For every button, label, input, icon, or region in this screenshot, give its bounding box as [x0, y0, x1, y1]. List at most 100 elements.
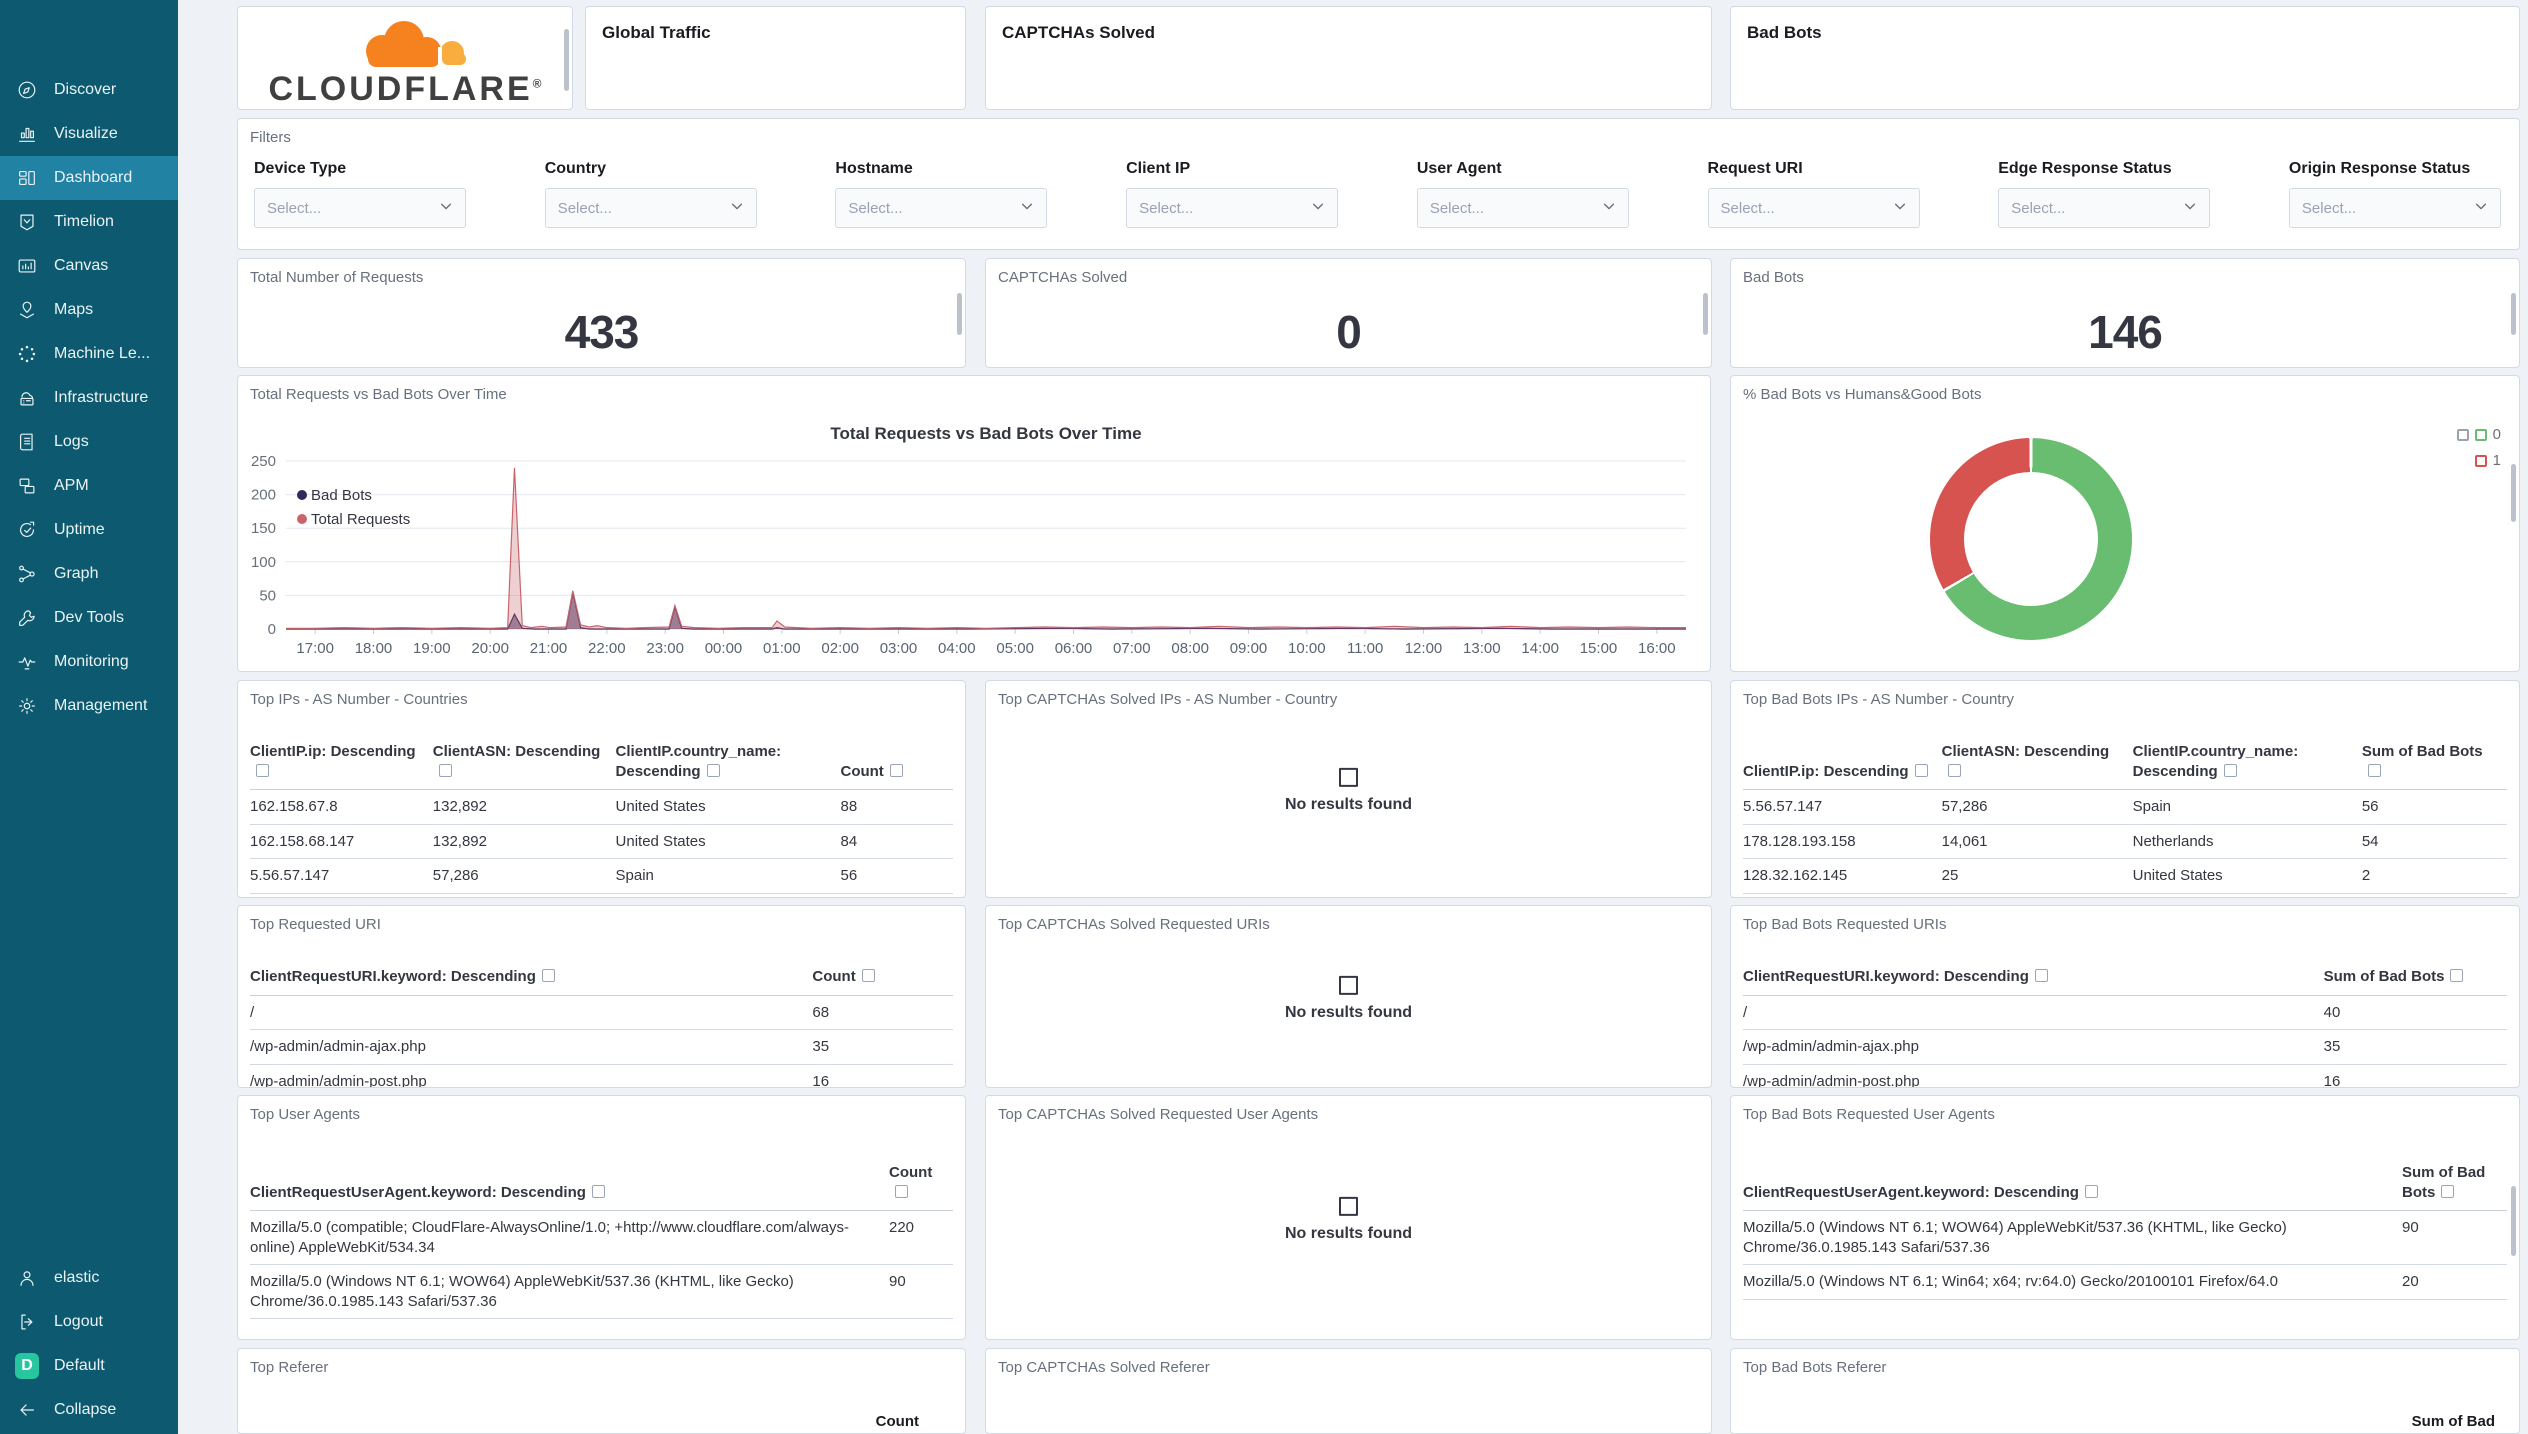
column-header[interactable]: ClientIP.country_name: Descending	[615, 738, 841, 790]
column-header[interactable]: Count	[889, 1159, 953, 1211]
sidebar-item-dashboard[interactable]: Dashboard	[0, 156, 178, 200]
line-chart[interactable]: 0 50 100 150 200 250 17:00 18:00 19:00 20:00 21:00…	[238, 403, 1710, 671]
sidebar-item-infrastructure[interactable]: Infrastructure	[0, 376, 178, 420]
donut-ring[interactable]	[1930, 438, 2132, 640]
sidebar-item-monitoring[interactable]: Monitoring	[0, 640, 178, 684]
legend-label[interactable]: 0	[2493, 426, 2501, 443]
table-body: Mozilla/5.0 (Windows NT 6.1; WOW64) Appl…	[1743, 1210, 2507, 1300]
column-header[interactable]: ClientASN: Descending	[432, 738, 616, 790]
filter-select-device-type[interactable]: Select...	[254, 188, 466, 228]
dashboard-main: CLOUDFLARE® Global Traffic CAPTCHAs Solv…	[178, 0, 2528, 1434]
panel-scrollbar[interactable]	[957, 293, 962, 335]
panel-scrollbar[interactable]	[564, 29, 569, 91]
panel-filters: Filters Device Type Select... Country Selec…	[237, 118, 2520, 250]
column-header[interactable]: ClientRequestURI.keyword: Descending	[250, 963, 813, 996]
data-table: ClientRequestUserAgent.keyword: Descendi…	[1743, 1159, 2507, 1300]
panel-scrollbar[interactable]	[1703, 293, 1708, 335]
panel-top-requested-uri-table: Top Requested URI ClientRequestURI.keywor…	[237, 905, 966, 1088]
legend-toggle-box[interactable]	[2456, 428, 2469, 441]
filter-placeholder: Select...	[557, 199, 612, 217]
table-row: /wp-admin/admin-ajax.php 35	[250, 1029, 953, 1065]
sidebar-nav: Discover Visualize Dashboard Timelion Canvas…	[0, 68, 178, 728]
legend-row: 0	[2456, 426, 2501, 443]
no-results-icon	[1339, 767, 1358, 787]
chevron-down-icon	[1311, 199, 1325, 218]
sidebar-item-label: Dashboard	[54, 169, 133, 186]
svg-text:11:00: 11:00	[1347, 640, 1383, 657]
cloudflare-cloud-icon	[366, 21, 466, 69]
column-header[interactable]: ClientIP.ip: Descending	[1743, 738, 1942, 790]
sidebar-item-collapse[interactable]: Collapse	[0, 1388, 178, 1432]
column-header-label: Sum of Bad Bots	[2323, 968, 2445, 985]
column-header[interactable]: Sum of Bad Bots	[2402, 1159, 2507, 1211]
sidebar-item-label: Logout	[54, 1313, 103, 1330]
panel-title: Top CAPTCHAs Solved Referer	[998, 1359, 1210, 1376]
sidebar-item-logout[interactable]: Logout	[0, 1300, 178, 1344]
filter-select-request-uri[interactable]: Select...	[1707, 188, 1920, 228]
column-header-label: Count	[812, 968, 856, 985]
sidebar-item-logs[interactable]: Logs	[0, 420, 178, 464]
column-header[interactable]: ClientRequestUserAgent.keyword: Descendi…	[1743, 1159, 2402, 1211]
sidebar-item-label: Timelion	[54, 213, 114, 230]
sidebar-item-elastic[interactable]: elastic	[0, 1256, 178, 1300]
sidebar-item-apm[interactable]: APM	[0, 464, 178, 508]
filter-select-origin-response-status[interactable]: Select...	[2288, 188, 2501, 228]
filter-select-client-ip[interactable]: Select...	[1126, 188, 1339, 228]
sidebar-item-canvas[interactable]: Canvas	[0, 244, 178, 288]
table-cell: 56	[840, 858, 953, 894]
sidebar-item-management[interactable]: Management	[0, 684, 178, 728]
table-cell: /wp-admin/admin-ajax.php	[250, 1029, 813, 1065]
column-header[interactable]: Count	[812, 963, 953, 996]
clipped-count-header[interactable]: Count	[876, 1413, 919, 1430]
column-header[interactable]: ClientIP.ip: Descending	[250, 738, 433, 790]
sidebar-item-maps[interactable]: Maps	[0, 288, 178, 332]
compass-icon	[15, 78, 39, 102]
panel-scrollbar[interactable]	[2511, 293, 2516, 335]
filter-select-edge-response-status[interactable]: Select...	[1998, 188, 2211, 228]
panel-scrollbar[interactable]	[2511, 1186, 2516, 1256]
metric-title: CAPTCHAs Solved	[998, 269, 1128, 286]
column-header[interactable]: Sum of Bad Bots	[2323, 963, 2507, 996]
legend-swatch-1[interactable]	[2474, 454, 2487, 467]
filter-group-country: Country Select...	[544, 160, 757, 228]
sidebar-item-default[interactable]: D Default	[0, 1344, 178, 1388]
sort-filter-icon	[2223, 763, 2237, 777]
filter-placeholder: Select...	[2011, 199, 2066, 217]
sort-filter-icon	[2450, 969, 2464, 982]
clipped-count-header[interactable]: Sum of Bad	[2412, 1413, 2495, 1430]
panel-top-ips-table: Top IPs - AS Number - Countries ClientIP.…	[237, 680, 966, 898]
sidebar-item-label: Infrastructure	[54, 389, 149, 406]
column-header[interactable]: ClientRequestURI.keyword: Descending	[1743, 963, 2324, 996]
svg-text:200: 200	[251, 487, 276, 504]
sidebar-item-uptime[interactable]: Uptime	[0, 508, 178, 552]
table-header-row: ClientRequestURI.keyword: Descending Coun…	[250, 963, 953, 996]
table-row: 5.56.57.147 57,286 Spain 56	[250, 858, 953, 894]
panel-metric-captchas-solved: CAPTCHAs Solved 0	[985, 258, 1712, 368]
sidebar-item-label: Monitoring	[54, 653, 129, 670]
sort-filter-icon	[256, 763, 269, 777]
table-cell: /wp-admin/admin-ajax.php	[1743, 1029, 2324, 1065]
column-header[interactable]: ClientIP.country_name: Descending	[2132, 738, 2362, 790]
sidebar-item-machine-le[interactable]: Machine Le...	[0, 332, 178, 376]
filter-select-hostname[interactable]: Select...	[835, 188, 1048, 228]
filter-placeholder: Select...	[1139, 199, 1194, 217]
graph-icon	[15, 562, 39, 586]
column-header[interactable]: ClientASN: Descending	[1941, 738, 2133, 790]
no-results-text: No results found	[1284, 1003, 1413, 1021]
legend-swatch-0[interactable]	[2474, 428, 2487, 441]
sidebar-item-timelion[interactable]: Timelion	[0, 200, 178, 244]
sidebar-item-graph[interactable]: Graph	[0, 552, 178, 596]
column-header[interactable]: Sum of Bad Bots	[2361, 738, 2507, 790]
sidebar-item-visualize[interactable]: Visualize	[0, 112, 178, 156]
sidebar-item-dev-tools[interactable]: Dev Tools	[0, 596, 178, 640]
filter-select-country[interactable]: Select...	[544, 188, 757, 228]
panel-scrollbar[interactable]	[2511, 464, 2516, 522]
table-cell: Spain	[2132, 789, 2362, 825]
sidebar-item-discover[interactable]: Discover	[0, 68, 178, 112]
column-header[interactable]: ClientRequestUserAgent.keyword: Descendi…	[250, 1159, 889, 1211]
legend-label[interactable]: 1	[2493, 452, 2501, 469]
table-row: Mozilla/5.0 (Windows NT 6.1; Win64; x64;…	[1743, 1264, 2507, 1300]
column-header-label: ClientRequestUserAgent.keyword: Descendi…	[250, 1183, 586, 1201]
column-header[interactable]: Count	[840, 738, 953, 790]
filter-select-user-agent[interactable]: Select...	[1416, 188, 1629, 228]
